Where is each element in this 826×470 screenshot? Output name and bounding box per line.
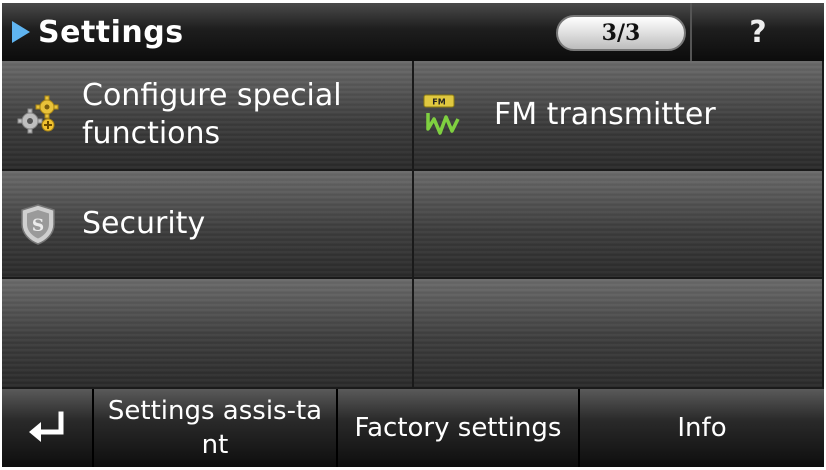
settings-screen: Settings 3/3 ? Configure special functio… [2, 3, 824, 467]
fm-transmitter-icon: FM [423, 94, 460, 135]
info-label: Info [677, 413, 727, 443]
footer-bar: Settings assis-tant Factory settings Inf… [2, 389, 824, 467]
play-arrow-icon [12, 21, 30, 43]
menu-item-fm-transmitter[interactable]: FM FM transmitter [414, 61, 824, 171]
settings-assistant-label: Settings assis-tant [107, 396, 323, 460]
svg-text:S: S [32, 216, 44, 236]
return-arrow-icon [29, 411, 64, 442]
svg-text:FM: FM [432, 98, 445, 107]
back-button[interactable] [2, 389, 94, 467]
menu-item-label: Configure special functions [82, 78, 342, 151]
info-button[interactable]: Info [580, 389, 824, 467]
menu-item-empty [2, 279, 414, 389]
factory-settings-label: Factory settings [354, 413, 562, 443]
menu-item-configure-special-functions[interactable]: Configure special functions [2, 61, 414, 171]
menu-item-empty [414, 279, 824, 389]
menu-item-security[interactable]: S Security [2, 171, 414, 279]
menu-item-empty [414, 171, 824, 279]
menu-item-label: FM transmitter [494, 97, 716, 132]
help-button[interactable]: ? [692, 3, 824, 61]
settings-menu-grid: Configure special functions FM FM transm… [2, 61, 824, 389]
title-area: Settings [12, 13, 184, 51]
menu-item-label: Security [82, 206, 206, 241]
factory-settings-button[interactable]: Factory settings [338, 389, 580, 467]
gears-icon [17, 95, 59, 134]
shield-icon: S [21, 204, 55, 245]
page-title: Settings [38, 14, 184, 50]
settings-assistant-button[interactable]: Settings assis-tant [94, 389, 338, 467]
header-bar: Settings 3/3 ? [2, 3, 824, 61]
page-indicator[interactable]: 3/3 [556, 15, 686, 51]
